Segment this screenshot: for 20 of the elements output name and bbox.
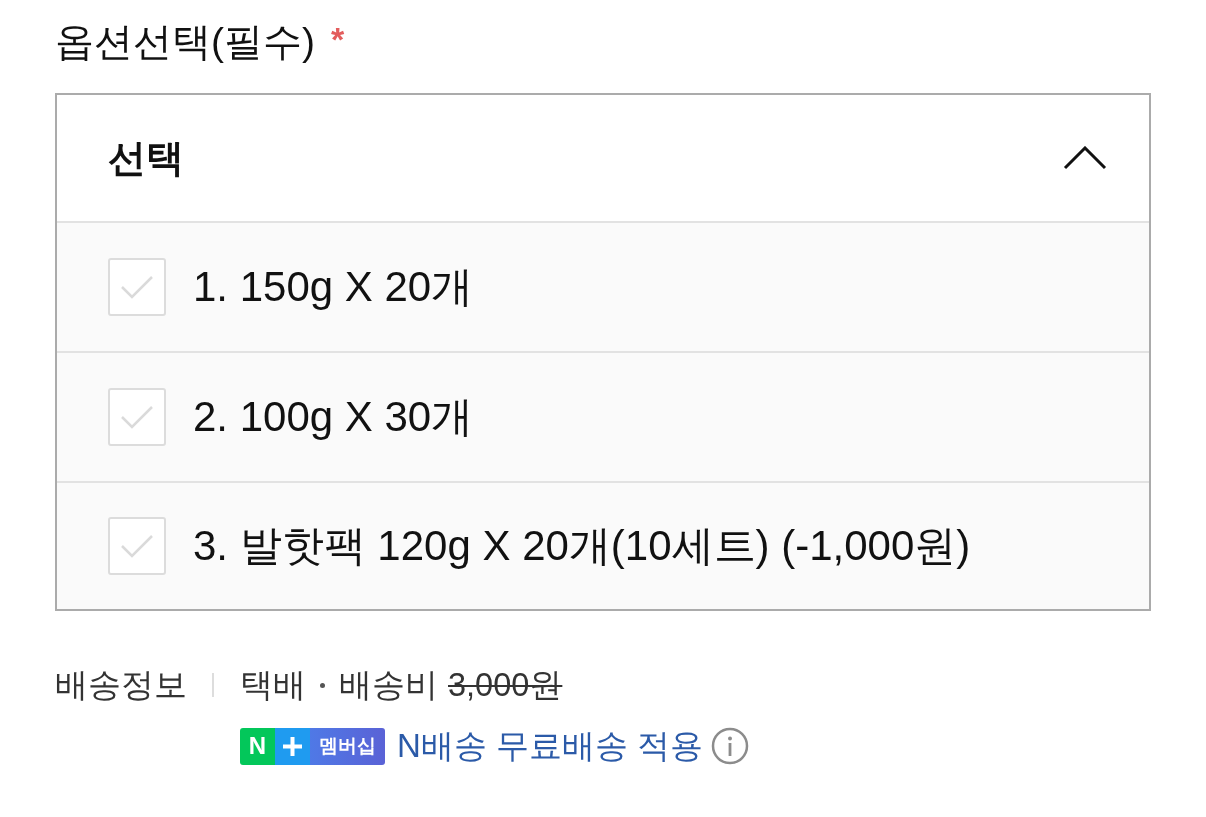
plus-icon — [275, 727, 310, 765]
checkbox[interactable] — [108, 517, 166, 575]
check-icon — [120, 534, 154, 558]
checkbox[interactable] — [108, 388, 166, 446]
fee-label: 배송비 — [339, 666, 438, 705]
original-fee: 3,000원 — [448, 666, 563, 705]
option-item[interactable]: 2. 100g X 30개 — [57, 353, 1149, 483]
option-label: 옵션선택(필수) — [55, 18, 315, 65]
check-icon — [120, 275, 154, 299]
brand-mark: N — [240, 727, 275, 765]
required-mark: * — [331, 22, 345, 56]
membership-label: 멤버십 — [310, 727, 385, 765]
option-item[interactable]: 3. 발핫팩 120g X 20개(10세트) (-1,000원) — [57, 483, 1149, 609]
checkbox[interactable] — [108, 258, 166, 316]
delivery-label: 배송정보 — [55, 666, 187, 705]
check-icon — [120, 405, 154, 429]
option-item[interactable]: 1. 150g X 20개 — [57, 223, 1149, 353]
info-icon[interactable] — [711, 727, 750, 765]
delivery-method: 택배 — [240, 666, 306, 705]
benefit-text: N배송 무료배송 적용 — [397, 726, 704, 766]
